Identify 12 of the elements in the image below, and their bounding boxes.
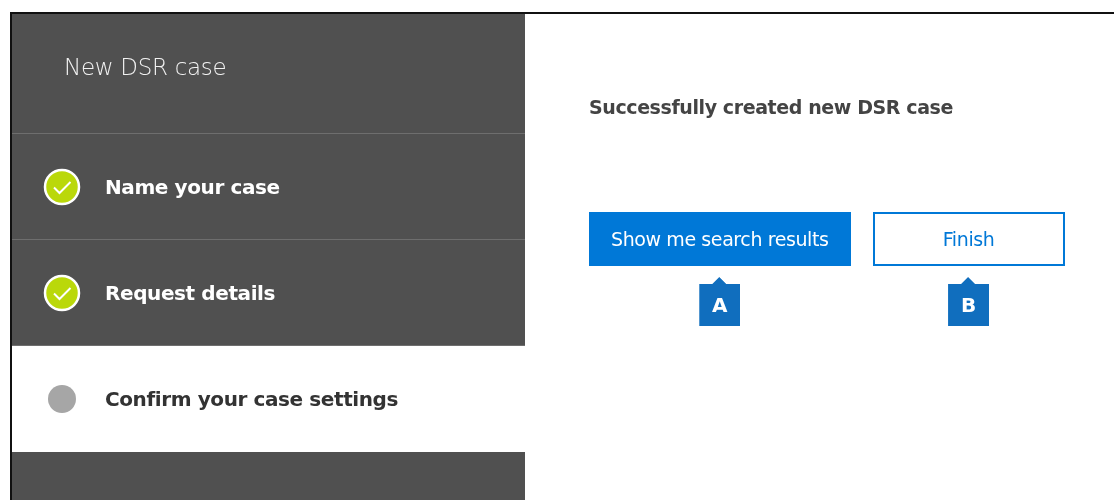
step-label: Confirm your case settings: [105, 386, 398, 411]
wizard-step[interactable]: Confirm your case settings: [12, 346, 525, 452]
step-label: Request details: [105, 280, 276, 305]
callout-badge: B: [948, 277, 990, 326]
success-message: Successfully created new DSR case: [589, 96, 954, 118]
check-circle-icon: [43, 167, 81, 206]
wizard-title: New DSR case: [64, 54, 227, 80]
step-label: Name your case: [105, 174, 280, 199]
search-results-button[interactable]: Show me search results: [589, 212, 851, 266]
callout-badge: A: [699, 277, 741, 326]
finish-button[interactable]: Finish: [872, 212, 1065, 266]
check-circle-icon: [43, 273, 81, 312]
